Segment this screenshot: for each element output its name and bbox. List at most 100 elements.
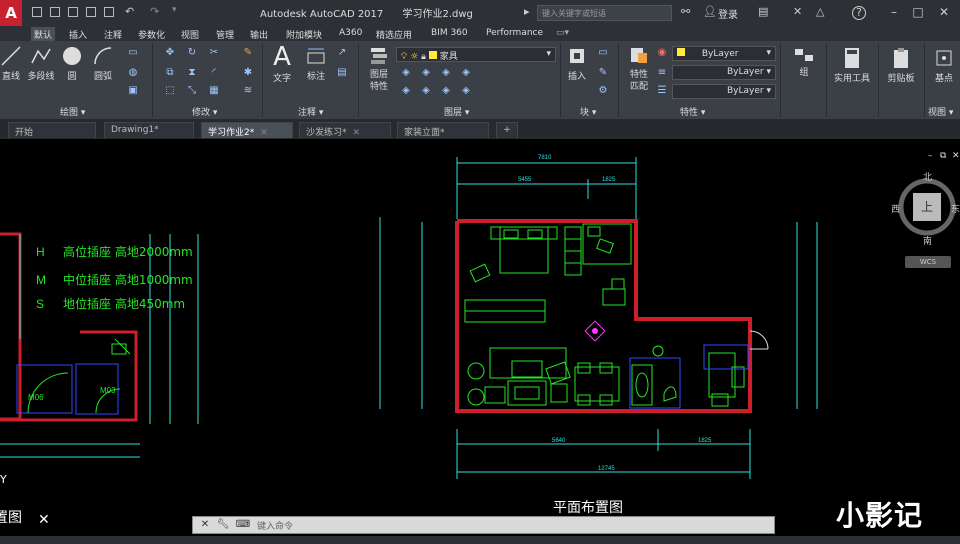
doc-tab-elevation[interactable]: 家装立面* <box>397 122 489 138</box>
text-button[interactable]: A 文字 <box>268 43 296 84</box>
draw-tool-1-icon[interactable]: ▭ <box>127 47 139 59</box>
utilities-button[interactable]: 实用工具 <box>830 47 874 84</box>
dimension-button[interactable]: 标注 <box>302 45 330 82</box>
tab-annotate[interactable]: 注释 <box>101 27 125 42</box>
viewport-minimize-icon[interactable]: – <box>928 151 933 161</box>
modify-panel-title[interactable]: 修改 ▾ <box>192 105 217 118</box>
offset-icon[interactable]: ≋ <box>242 85 254 97</box>
layer-tool-2-icon[interactable]: ◈ <box>420 67 432 79</box>
view-panel-title[interactable]: 视图 ▾ <box>928 105 953 118</box>
explode-icon[interactable]: ✱ <box>242 67 254 79</box>
close-caption-icon[interactable]: ✕ <box>38 512 50 528</box>
viewcube-top-face[interactable]: 上 <box>913 193 941 221</box>
rotate-icon[interactable]: ↻ <box>186 47 198 59</box>
draw-panel-title[interactable]: 绘图 ▾ <box>60 105 85 118</box>
close-tab-icon[interactable]: ✕ <box>260 128 268 138</box>
tab-addins[interactable]: 附加模块 <box>283 27 325 42</box>
layer-tool-3-icon[interactable]: ◈ <box>440 67 452 79</box>
close-cmd-icon[interactable]: ✕ <box>197 518 213 532</box>
search-input[interactable]: 键入关键字或短语 <box>537 5 672 21</box>
move-icon[interactable]: ✥ <box>164 47 176 59</box>
open-file-icon[interactable] <box>48 5 62 20</box>
viewcube-north[interactable]: 北 <box>923 170 932 183</box>
insert-block-button[interactable]: 插入 <box>562 45 592 82</box>
linetype-icon[interactable]: ≡ <box>656 67 668 79</box>
user-icon[interactable]: 👤︎ <box>703 6 717 18</box>
layer-tool-4-icon[interactable]: ◈ <box>460 67 472 79</box>
close-tab-icon[interactable]: ✕ <box>353 128 361 138</box>
draw-tool-3-icon[interactable]: ▣ <box>127 85 139 97</box>
annotation-panel-title[interactable]: 注释 ▾ <box>298 105 323 118</box>
color-wheel-icon[interactable]: ◉ <box>656 47 668 59</box>
layer-tool-7-icon[interactable]: ◈ <box>440 85 452 97</box>
layer-dropdown[interactable]: 💡︎ ☼ 🔒︎ 家具 ▾ <box>396 47 556 62</box>
viewcube-west[interactable]: 西 <box>891 202 900 215</box>
clipboard-button[interactable]: 剪贴板 <box>882 47 920 84</box>
new-tab-button[interactable]: + <box>496 122 518 138</box>
tab-insert[interactable]: 插入 <box>66 27 90 42</box>
command-line[interactable]: ✕ 🔧︎ ⌨ 键入命令 <box>192 516 775 534</box>
tab-view[interactable]: 视图 <box>178 27 202 42</box>
match-properties-button[interactable]: 特性 匹配 <box>624 45 654 93</box>
help-icon[interactable]: ? <box>852 6 866 20</box>
layer-tool-8-icon[interactable]: ◈ <box>460 85 472 97</box>
properties-panel-title[interactable]: 特性 ▾ <box>680 105 705 118</box>
layer-tool-1-icon[interactable]: ◈ <box>400 67 412 79</box>
tab-bim360[interactable]: BIM 360 <box>428 27 471 39</box>
doc-tab-sofa[interactable]: 沙发练习* ✕ <box>299 122 391 138</box>
search-expand-icon[interactable]: ▸ <box>524 6 530 18</box>
tab-parametric[interactable]: 参数化 <box>135 27 168 42</box>
autodesk-icon[interactable]: △ <box>816 6 824 18</box>
wcs-menu[interactable]: WCS <box>905 256 951 268</box>
wrench-icon[interactable]: 🔧︎ <box>215 518 231 532</box>
viewcube-east[interactable]: 东 <box>951 202 960 215</box>
command-input[interactable]: 键入命令 <box>257 519 293 532</box>
array-icon[interactable]: ▦ <box>208 85 220 97</box>
save-icon[interactable] <box>66 5 80 20</box>
maximize-button[interactable]: □ <box>908 3 928 21</box>
tab-performance[interactable]: Performance <box>483 27 546 39</box>
doc-tab-start[interactable]: 开始 <box>8 122 96 138</box>
tab-manage[interactable]: 管理 <box>213 27 237 42</box>
cart-icon[interactable]: ▤ <box>758 6 768 18</box>
lineweight-icon[interactable]: ☰ <box>656 85 668 97</box>
undo-icon[interactable]: ↶ <box>125 5 139 20</box>
viewcube-south[interactable]: 南 <box>923 234 932 247</box>
layer-tool-5-icon[interactable]: ◈ <box>400 85 412 97</box>
block-tool-2-icon[interactable]: ✎ <box>597 67 609 79</box>
minimize-button[interactable]: – <box>884 3 904 21</box>
linetype-dropdown[interactable]: ByLayer ▾ <box>672 65 776 80</box>
viewport-close-icon[interactable]: ✕ <box>952 151 960 161</box>
copy-icon[interactable]: ⧉ <box>164 67 176 79</box>
color-dropdown[interactable]: ByLayer ▾ <box>672 46 776 61</box>
base-point-button[interactable]: 基点 <box>928 47 960 84</box>
draw-tool-2-icon[interactable]: ◍ <box>127 67 139 79</box>
viewport-restore-icon[interactable]: ⧉ <box>940 151 946 161</box>
command-prompt-icon[interactable]: ⌨ <box>235 518 251 532</box>
close-window-button[interactable]: ✕ <box>934 3 954 21</box>
trim-icon[interactable]: ✂ <box>208 47 220 59</box>
tab-output[interactable]: 输出 <box>247 27 271 42</box>
scale-icon[interactable]: ⤡ <box>186 85 198 97</box>
ribbon-minimize-icon[interactable]: ▭▾ <box>553 27 572 39</box>
exchange-icon[interactable]: ✕ <box>793 6 802 18</box>
line-button[interactable]: 直线 <box>0 45 24 82</box>
stretch-icon[interactable]: ⬚ <box>164 85 176 97</box>
lineweight-dropdown[interactable]: ByLayer ▾ <box>672 84 776 99</box>
fillet-icon[interactable]: ◜ <box>208 67 220 79</box>
doc-tab-drawing1[interactable]: Drawing1* <box>104 122 194 138</box>
tab-featured-apps[interactable]: 精选应用 <box>373 27 415 42</box>
leader-icon[interactable]: ↗ <box>336 47 348 59</box>
layers-panel-title[interactable]: 图层 ▾ <box>444 105 469 118</box>
login-button[interactable]: 登录 <box>718 6 738 21</box>
save-as-icon[interactable] <box>84 5 98 20</box>
erase-icon[interactable]: ✎ <box>242 47 254 59</box>
autocad-logo[interactable]: A <box>0 0 22 26</box>
layer-tool-6-icon[interactable]: ◈ <box>420 85 432 97</box>
tab-default[interactable]: 默认 <box>31 27 56 42</box>
binoculars-icon[interactable]: ⚯ <box>681 6 690 18</box>
quick-access-dropdown-icon[interactable]: ▾ <box>172 5 186 20</box>
tab-a360[interactable]: A360 <box>336 27 365 39</box>
table-icon[interactable]: ▤ <box>336 67 348 79</box>
doc-tab-study-2[interactable]: 学习作业2* ✕ <box>201 122 293 138</box>
